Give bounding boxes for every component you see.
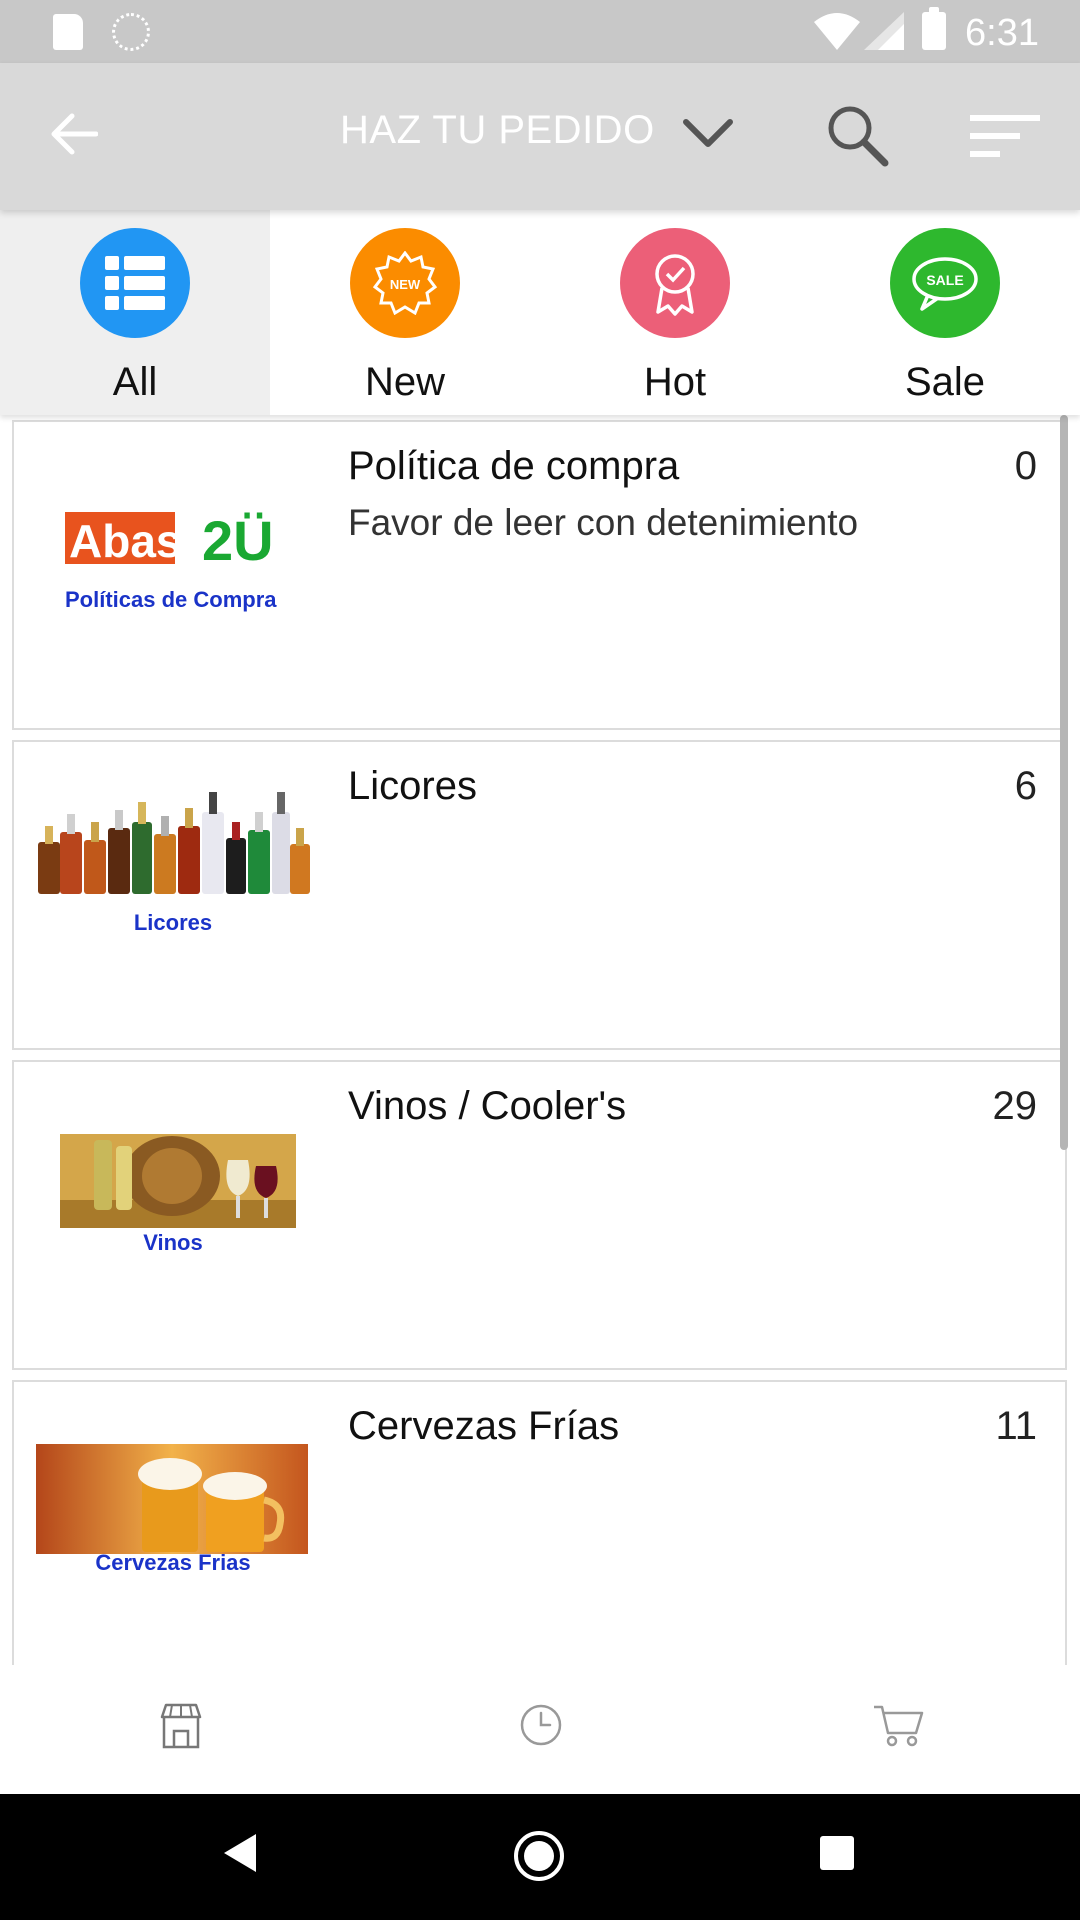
status-time: 6:31 (965, 12, 1039, 54)
filter-tabs: All NEW New Hot SALE Sale (0, 210, 1080, 415)
category-list[interactable]: Abast 2Ü Políticas de Compra Política de… (0, 415, 1080, 1665)
category-card-licores[interactable]: Licores Licores 6 (12, 740, 1067, 1050)
search-icon[interactable] (825, 103, 891, 169)
logo-brand-suffix: 2Ü (202, 509, 274, 572)
tab-sale-label: Sale (904, 360, 986, 404)
svg-text:SALE: SALE (926, 272, 963, 288)
sort-icon[interactable] (970, 113, 1040, 159)
category-card-politica[interactable]: Abast 2Ü Políticas de Compra Política de… (12, 420, 1067, 730)
tab-new[interactable]: NEW New (270, 210, 540, 415)
category-name: Política de compra (348, 444, 680, 488)
logo-brand-text: Abast (69, 515, 197, 567)
image-caption: Vinos (143, 1230, 203, 1255)
sd-card-icon (53, 14, 83, 50)
wifi-icon (814, 13, 860, 50)
category-card-vinos[interactable]: Vinos Vinos / Cooler's 29 (12, 1060, 1067, 1370)
page-title[interactable]: HAZ TU PEDIDO (340, 108, 655, 153)
chevron-down-icon[interactable] (682, 118, 734, 150)
history-clock-icon[interactable] (519, 1703, 563, 1747)
sync-icon (112, 13, 150, 51)
category-name: Licores (348, 764, 477, 808)
image-caption: Licores (133, 910, 213, 935)
tab-sale[interactable]: SALE Sale (810, 210, 1080, 415)
category-card-cervezas[interactable]: Cervezas Frias Cervezas Frías 11 (12, 1380, 1067, 1665)
category-count: 29 (992, 1084, 1038, 1128)
cell-signal-icon (864, 12, 904, 50)
nav-back-icon[interactable] (222, 1832, 258, 1874)
tab-new-label: New (364, 360, 446, 404)
nav-recents-icon[interactable] (820, 1836, 854, 1870)
logo-caption: Políticas de Compra (65, 587, 277, 612)
battery-icon (922, 7, 946, 50)
category-count: 11 (995, 1404, 1037, 1448)
bottom-navigation (0, 1665, 1080, 1794)
svg-text:NEW: NEW (390, 277, 421, 292)
back-arrow-icon[interactable] (50, 113, 98, 155)
new-badge-icon: NEW (350, 228, 460, 338)
category-description: Favor de leer con detenimiento (348, 502, 859, 543)
tab-all-label: All (112, 360, 158, 404)
status-bar: 6:31 (0, 0, 1080, 63)
sale-bubble-icon: SALE (890, 228, 1000, 338)
liquor-bottles-image: Licores (32, 782, 314, 982)
wine-image: Vinos (32, 1102, 314, 1302)
store-icon[interactable] (160, 1703, 202, 1749)
nav-home-icon[interactable] (513, 1830, 565, 1882)
award-icon (620, 228, 730, 338)
list-scrollbar[interactable] (1060, 415, 1068, 1150)
abast2u-logo: Abast 2Ü Políticas de Compra (32, 462, 314, 662)
system-navigation-bar (0, 1794, 1080, 1920)
category-count: 6 (1014, 764, 1037, 808)
list-icon (80, 228, 190, 338)
tab-hot[interactable]: Hot (540, 210, 810, 415)
category-count: 0 (1014, 444, 1037, 488)
image-caption: Cervezas Frias (95, 1550, 251, 1575)
cart-icon[interactable] (872, 1703, 924, 1747)
tab-hot-label: Hot (643, 360, 707, 404)
beer-image: Cervezas Frias (32, 1422, 314, 1622)
app-bar: HAZ TU PEDIDO (0, 63, 1080, 210)
category-name: Vinos / Cooler's (348, 1084, 627, 1128)
category-name: Cervezas Frías (348, 1404, 620, 1448)
tab-all[interactable]: All (0, 210, 270, 415)
